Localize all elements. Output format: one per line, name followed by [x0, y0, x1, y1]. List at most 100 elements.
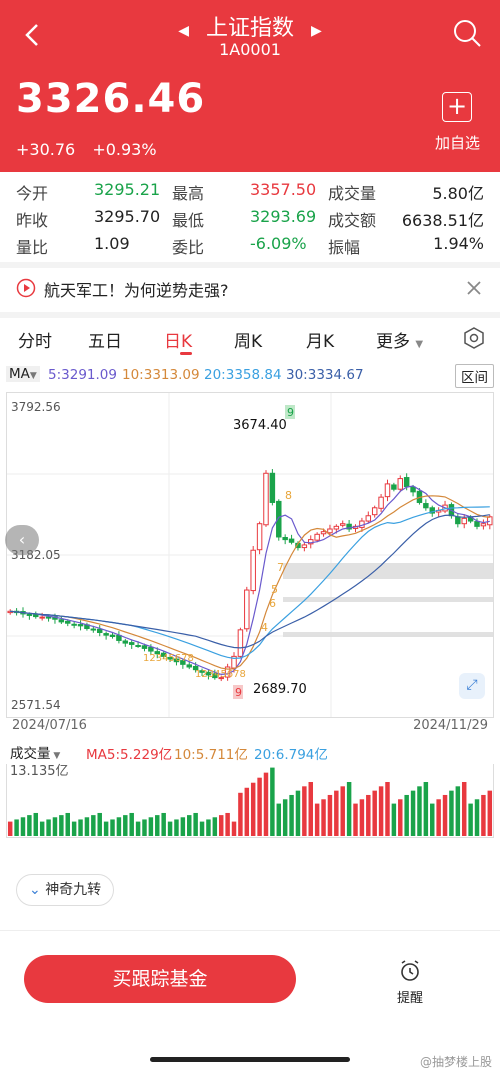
volume-bar — [129, 812, 134, 836]
trough-label: 2689.70 — [253, 682, 307, 697]
jiuzhuan-toggle[interactable]: ⌄ 神奇九转 — [16, 874, 115, 906]
gap-band — [283, 597, 493, 602]
close-icon[interactable] — [466, 280, 482, 296]
candle — [269, 472, 276, 503]
volume-bar — [46, 819, 51, 836]
candle — [474, 521, 480, 527]
volume-bar — [410, 790, 416, 836]
tab-more[interactable]: 更多 ▼ — [376, 327, 423, 352]
candle — [122, 640, 129, 644]
volume-bar — [231, 821, 237, 836]
volume-bar — [218, 815, 224, 836]
volume-bar — [14, 819, 19, 836]
volume-bar — [263, 772, 269, 836]
quote-stats: 今开 3295.21 最高 3357.50 成交量 5.80亿 昨收 3295.… — [0, 176, 500, 260]
open-label: 今开 — [16, 184, 49, 203]
candle — [135, 644, 141, 647]
kline-chart[interactable]: 3792.56 3182.05 2571.54 3674.40 2689.70 … — [5, 392, 494, 718]
candle — [391, 484, 397, 490]
volume-chart[interactable] — [6, 764, 494, 838]
volume-bar — [474, 799, 480, 836]
tab-yuek[interactable]: 月K — [306, 327, 334, 352]
volume-bar — [123, 815, 128, 836]
dropdown-arrow-icon: ▼ — [415, 339, 424, 350]
y-axis-top-label: 3792.56 — [11, 400, 61, 414]
stats-row: 昨收 3295.70 最低 3293.69 成交额 6638.51亿 — [0, 207, 500, 233]
volume-bar — [455, 786, 461, 836]
volume-bar — [346, 782, 352, 836]
candle — [320, 531, 327, 535]
volume-bar — [199, 821, 205, 836]
candle — [487, 516, 493, 526]
vol-ma20: 20:6.794亿 — [254, 747, 328, 763]
amount-value: 6638.51亿 — [401, 211, 484, 230]
candle — [282, 537, 288, 541]
ma-selector[interactable]: MA▼ — [6, 366, 40, 382]
settings-hexagon-icon[interactable] — [462, 326, 486, 350]
gap-bands — [283, 563, 493, 637]
search-icon[interactable] — [452, 18, 482, 48]
up-count-7: 7 — [277, 561, 284, 574]
date-axis: 2024/07/16 2024/11/29 — [0, 718, 500, 736]
buy-fund-button[interactable]: 买跟踪基金 — [24, 955, 296, 1003]
volume-bar — [423, 782, 429, 836]
news-text[interactable]: 航天军工！为何逆势走强? — [44, 277, 229, 301]
remind-button[interactable]: 提醒 — [392, 959, 428, 1006]
candle — [148, 646, 154, 652]
add-watchlist-icon[interactable]: + — [442, 92, 472, 122]
volume-bar — [327, 794, 333, 836]
volume-bar — [276, 803, 282, 836]
fullscreen-icon[interactable]: ⤢ — [459, 673, 485, 699]
change-amount: +30.76 — [16, 140, 76, 159]
volume-bar — [468, 803, 473, 836]
candle — [128, 642, 135, 645]
ma5-value: 5:3291.09 — [48, 367, 117, 383]
tab-fenshi[interactable]: 分时 — [18, 327, 52, 352]
ma10-value: 10:3313.09 — [122, 367, 200, 383]
vol-ma5: MA5:5.229亿 — [86, 747, 173, 763]
volume-selector[interactable]: 成交量 ▼ — [10, 742, 60, 762]
stock-code: 1A0001 — [219, 40, 281, 59]
candle — [423, 503, 429, 509]
volume-bar — [161, 812, 166, 836]
tab-rik[interactable]: 日K — [164, 327, 192, 352]
volume-bar — [359, 799, 365, 836]
volume-bar — [270, 767, 275, 836]
candle — [339, 523, 346, 526]
volume-bar — [404, 794, 409, 836]
volume-bar — [65, 812, 70, 836]
volume-bar — [180, 817, 186, 836]
volume-bar — [78, 819, 83, 836]
vol-ma10: 10:5.711亿 — [174, 747, 248, 763]
volume-bar — [289, 794, 294, 836]
candle — [244, 589, 250, 630]
news-banner[interactable]: 航天军工！为何逆势走强? — [0, 270, 500, 310]
candle — [480, 523, 487, 527]
volume-bar — [314, 803, 320, 836]
volume-bar — [398, 799, 403, 836]
ma30-line — [10, 514, 490, 649]
vol-value: 5.80亿 — [432, 184, 484, 203]
weibi-label: 委比 — [172, 238, 205, 257]
volume-bar — [353, 803, 358, 836]
nine-top-label: 9 — [287, 406, 294, 419]
home-indicator[interactable] — [150, 1057, 350, 1062]
add-watchlist-label[interactable]: 加自选 — [435, 132, 480, 153]
candle — [71, 623, 77, 626]
volume-bar — [33, 812, 39, 836]
tab-zhouk[interactable]: 周K — [234, 327, 262, 352]
volratio-value: 1.09 — [94, 234, 130, 253]
up-count-4: 4 — [261, 621, 268, 634]
remind-label: 提醒 — [396, 991, 423, 1006]
volume-bar — [461, 782, 467, 836]
volume-bar — [148, 817, 154, 836]
up-count-8: 8 — [285, 489, 292, 502]
prev-stock-arrow-icon[interactable]: ◀ — [178, 23, 189, 39]
volume-bar — [116, 817, 122, 836]
stock-title[interactable]: ◀ 上证指数 ▶ — [0, 10, 500, 42]
range-button[interactable]: 区间 — [455, 364, 494, 388]
next-stock-arrow-icon[interactable]: ▶ — [311, 23, 322, 39]
chevron-left-icon[interactable]: ‹ — [5, 525, 39, 555]
tab-wuri[interactable]: 五日 — [88, 327, 122, 352]
volume-bar — [321, 799, 326, 836]
